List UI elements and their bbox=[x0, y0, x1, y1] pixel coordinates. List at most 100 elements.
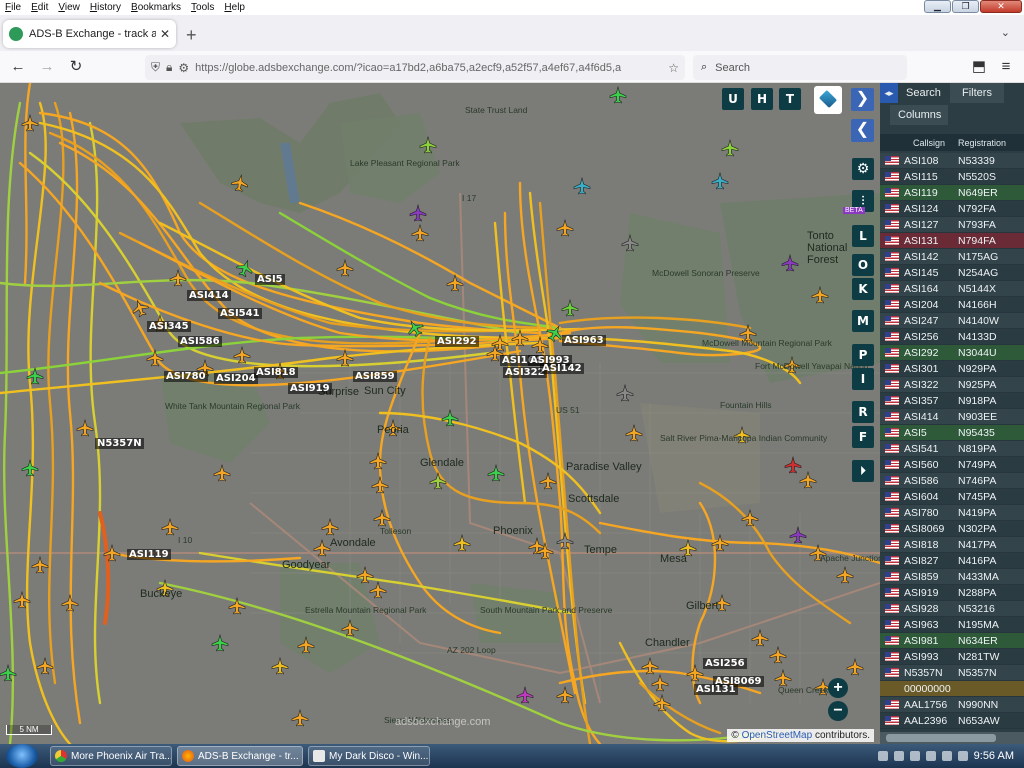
aircraft-label[interactable]: N5357N bbox=[95, 438, 144, 449]
aircraft-label[interactable]: ASI256 bbox=[703, 658, 747, 669]
start-button[interactable] bbox=[6, 744, 38, 768]
reload-icon[interactable]: ↻ bbox=[66, 57, 86, 77]
table-row[interactable]: ASI142 N175AG bbox=[880, 249, 1024, 265]
toggle-units-button[interactable]: U bbox=[722, 88, 744, 110]
layers-button[interactable] bbox=[814, 86, 842, 114]
address-bar[interactable]: ⛨ 🔒︎ ⚙︎ https://globe.adsbexchange.com/?… bbox=[145, 55, 685, 80]
table-row[interactable]: ASI928 N53216 bbox=[880, 601, 1024, 617]
table-row[interactable]: ASI780 N419PA bbox=[880, 505, 1024, 521]
steam-icon[interactable] bbox=[909, 751, 920, 761]
table-row[interactable]: 00000000 bbox=[880, 681, 1024, 697]
url-text[interactable]: https://globe.adsbexchange.com/?icao=a17… bbox=[195, 62, 662, 74]
close-tab-icon[interactable]: ✕ bbox=[160, 27, 170, 41]
panel-expand-icon[interactable]: ◂▸ bbox=[880, 83, 898, 103]
chevron-right-icon[interactable]: ❯ bbox=[851, 88, 874, 111]
bookmark-star-icon[interactable]: ☆ bbox=[668, 61, 679, 75]
aircraft-label[interactable]: ASI345 bbox=[147, 321, 191, 332]
aircraft-label[interactable]: ASI119 bbox=[127, 549, 171, 560]
forward-icon[interactable]: → bbox=[37, 57, 57, 77]
side-button-o[interactable]: O bbox=[852, 254, 874, 276]
search-field[interactable]: ⌕ Search bbox=[693, 55, 907, 80]
filters-tab-button[interactable]: Filters bbox=[950, 83, 1004, 103]
aircraft-label[interactable]: ASI5 bbox=[255, 274, 285, 285]
table-row[interactable]: ASI859 N433MA bbox=[880, 569, 1024, 585]
menu-edit[interactable]: Edit bbox=[26, 2, 53, 13]
aircraft-label[interactable]: ASI963 bbox=[562, 335, 606, 346]
table-row[interactable]: ASI119 N649ER bbox=[880, 185, 1024, 201]
aircraft-label[interactable]: ASI818 bbox=[254, 367, 298, 378]
menu-bookmarks[interactable]: Bookmarks bbox=[126, 2, 186, 13]
aircraft-label[interactable]: ASI586 bbox=[178, 336, 222, 347]
battery-icon[interactable] bbox=[941, 751, 952, 761]
list-all-tabs-icon[interactable]: ⌄ bbox=[1001, 26, 1010, 39]
scroll-thumb[interactable] bbox=[886, 734, 996, 742]
settings-gear-icon[interactable]: ⚙ bbox=[852, 158, 874, 180]
horizontal-scrollbar[interactable] bbox=[880, 732, 1024, 744]
replay-icon[interactable]: ⏵ bbox=[852, 460, 874, 482]
column-callsign[interactable]: Callsign bbox=[880, 138, 954, 148]
table-row[interactable]: ASI8069 N302PA bbox=[880, 521, 1024, 537]
taskbar-item-chrome[interactable]: More Phoenix Air Tra... bbox=[50, 746, 172, 766]
table-row[interactable]: ASI115 N5520S bbox=[880, 169, 1024, 185]
table-row[interactable]: ASI818 N417PA bbox=[880, 537, 1024, 553]
new-tab-button[interactable]: + bbox=[186, 25, 197, 46]
side-button-m[interactable]: M bbox=[852, 310, 874, 332]
side-button-p[interactable]: P bbox=[852, 344, 874, 366]
table-row[interactable]: ASI322 N925PA bbox=[880, 377, 1024, 393]
side-button-k[interactable]: K bbox=[852, 278, 874, 300]
table-row[interactable]: AAL1756 N990NN bbox=[880, 697, 1024, 713]
pocket-icon[interactable]: ⬒ bbox=[969, 57, 989, 77]
clock[interactable]: 9:56 AM bbox=[974, 750, 1014, 762]
search-tab-button[interactable]: Search bbox=[898, 83, 948, 103]
table-row[interactable]: ASI204 N4166H bbox=[880, 297, 1024, 313]
zoom-out-button[interactable]: − bbox=[828, 701, 848, 721]
table-row[interactable]: ASI414 N903EE bbox=[880, 409, 1024, 425]
network-icon[interactable] bbox=[893, 751, 904, 761]
column-registration[interactable]: Registration bbox=[954, 138, 1024, 148]
table-row[interactable]: ASI560 N749PA bbox=[880, 457, 1024, 473]
menu-tools[interactable]: Tools bbox=[186, 2, 219, 13]
aircraft-label[interactable]: ASI204 bbox=[214, 373, 258, 384]
back-icon[interactable]: ← bbox=[8, 57, 28, 77]
zoom-in-button[interactable]: + bbox=[828, 678, 848, 698]
table-row[interactable]: ASI586 N746PA bbox=[880, 473, 1024, 489]
table-row[interactable]: ASI981 N634ER bbox=[880, 633, 1024, 649]
maximize-button[interactable]: ❐ bbox=[952, 0, 979, 13]
table-row[interactable]: ASI993 N281TW bbox=[880, 649, 1024, 665]
table-row[interactable]: ASI145 N254AG bbox=[880, 265, 1024, 281]
minimize-button[interactable]: ▁ bbox=[924, 0, 951, 13]
taskbar-item-firefox[interactable]: ADS-B Exchange - tr... bbox=[177, 746, 303, 766]
flight-map[interactable]: State Trust Land Lake Pleasant Regional … bbox=[0, 83, 880, 744]
menu-help[interactable]: Help bbox=[219, 2, 250, 13]
table-row[interactable]: ASI108 N53339 bbox=[880, 153, 1024, 169]
app-menu-icon[interactable]: ≡ bbox=[996, 57, 1016, 77]
side-button-r[interactable]: R bbox=[852, 401, 874, 423]
aircraft-label[interactable]: ASI131 bbox=[694, 684, 738, 695]
bluetooth-icon[interactable] bbox=[877, 751, 888, 761]
aircraft-label[interactable]: ASI142 bbox=[540, 363, 584, 374]
table-row[interactable]: ASI124 N792FA bbox=[880, 201, 1024, 217]
menu-view[interactable]: View bbox=[53, 2, 85, 13]
menu-history[interactable]: History bbox=[85, 2, 126, 13]
flag-icon[interactable] bbox=[925, 751, 936, 761]
table-row[interactable]: ASI131 N794FA bbox=[880, 233, 1024, 249]
permissions-icon[interactable]: ⚙︎ bbox=[178, 61, 189, 75]
table-row[interactable]: ASI301 N929PA bbox=[880, 361, 1024, 377]
table-row[interactable]: ASI827 N416PA bbox=[880, 553, 1024, 569]
table-row[interactable]: ASI247 N4140W bbox=[880, 313, 1024, 329]
side-button-l[interactable]: L bbox=[852, 225, 874, 247]
table-row[interactable]: ASI127 N793FA bbox=[880, 217, 1024, 233]
aircraft-label[interactable]: ASI292 bbox=[435, 336, 479, 347]
toggle-trails-button[interactable]: T bbox=[779, 88, 801, 110]
table-row[interactable]: AAL2396 N653AW bbox=[880, 713, 1024, 729]
chevron-left-icon[interactable]: ❮ bbox=[851, 119, 874, 142]
taskbar-item-media[interactable]: My Dark Disco - Win... bbox=[308, 746, 430, 766]
volume-icon[interactable] bbox=[957, 751, 968, 761]
aircraft-label[interactable]: ASI541 bbox=[218, 308, 262, 319]
table-row[interactable]: ASI604 N745PA bbox=[880, 489, 1024, 505]
aircraft-label[interactable]: ASI859 bbox=[353, 371, 397, 382]
close-window-button[interactable]: ✕ bbox=[980, 0, 1022, 13]
table-row[interactable]: ASI256 N4133D bbox=[880, 329, 1024, 345]
table-row[interactable]: ASI357 N918PA bbox=[880, 393, 1024, 409]
openstreetmap-link[interactable]: OpenStreetMap bbox=[742, 730, 813, 741]
